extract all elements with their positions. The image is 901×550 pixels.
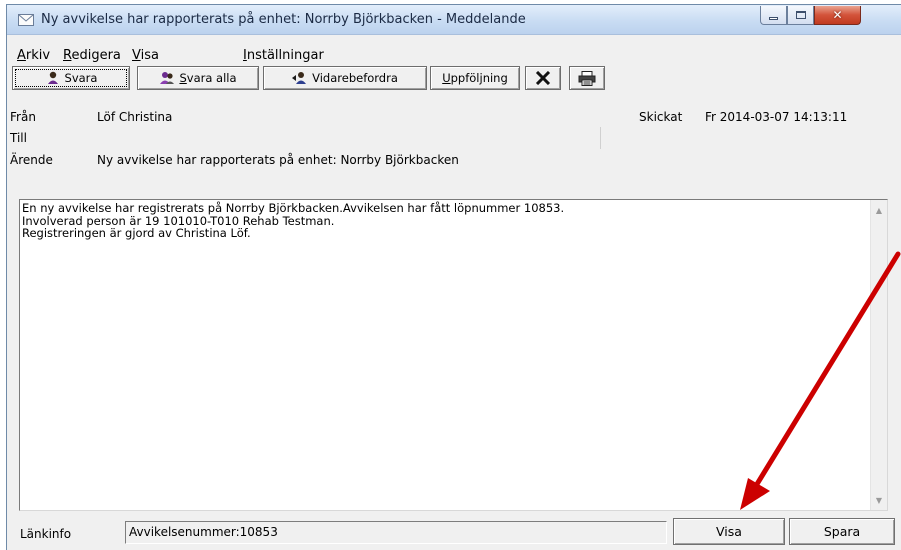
menu-installningar[interactable]: Inställningar bbox=[243, 48, 324, 63]
message-text[interactable]: En ny avvikelse har registrerats på Norr… bbox=[22, 202, 564, 240]
followup-button[interactable]: Uppföljning bbox=[430, 66, 520, 90]
scroll-up-arrow-icon[interactable]: ▲ bbox=[871, 202, 887, 218]
reply-label: Svara bbox=[64, 71, 98, 85]
reply-all-label: Svara alla bbox=[179, 71, 237, 85]
reply-person-icon bbox=[47, 71, 58, 84]
delete-button[interactable] bbox=[525, 66, 561, 90]
maximize-button[interactable] bbox=[787, 6, 814, 25]
menu-bar: Arkiv Redigera Visa Inställningar bbox=[7, 47, 901, 65]
forward-label: Vidarebefordra bbox=[312, 71, 398, 85]
vertical-scrollbar[interactable]: ▲ ▼ bbox=[870, 200, 887, 510]
envelope-icon bbox=[18, 14, 34, 26]
close-button[interactable]: ✕ bbox=[814, 6, 861, 25]
print-button[interactable] bbox=[569, 66, 605, 90]
message-window: Ny avvikelse har rapporterats på enhet: … bbox=[6, 4, 901, 550]
message-line: En ny avvikelse har registrerats på Norr… bbox=[22, 201, 565, 215]
subject-label: Ärende bbox=[10, 153, 53, 167]
followup-label: Uppföljning bbox=[442, 71, 508, 85]
toolbar: Svara Svara alla Vidarebefordra Uppföljn… bbox=[7, 66, 901, 91]
from-label: Från bbox=[10, 110, 36, 124]
title-bar[interactable]: Ny avvikelse har rapporterats på enhet: … bbox=[7, 5, 901, 35]
delete-x-icon bbox=[535, 71, 551, 85]
subject-value: Ny avvikelse har rapporterats på enhet: … bbox=[97, 153, 459, 167]
message-body[interactable]: En ny avvikelse har registrerats på Norr… bbox=[19, 199, 888, 511]
forward-person-icon bbox=[292, 72, 307, 84]
minimize-icon bbox=[769, 16, 778, 20]
reply-all-button[interactable]: Svara alla bbox=[137, 66, 259, 90]
close-icon: ✕ bbox=[832, 8, 843, 22]
menu-arkiv[interactable]: Arkiv bbox=[17, 48, 50, 63]
menu-visa[interactable]: Visa bbox=[132, 48, 159, 63]
link-info-field[interactable]: Avvikelsenummer:10853 bbox=[125, 521, 667, 544]
show-button[interactable]: Visa bbox=[673, 518, 785, 545]
scroll-down-arrow-icon[interactable]: ▼ bbox=[871, 492, 887, 508]
sent-value: Fr 2014-03-07 14:13:11 bbox=[705, 110, 848, 124]
printer-icon bbox=[578, 70, 596, 86]
link-info-label: Länkinfo bbox=[20, 527, 72, 541]
message-line: Registreringen är gjord av Christina Löf… bbox=[22, 226, 251, 240]
forward-button[interactable]: Vidarebefordra bbox=[263, 66, 427, 90]
header-separator bbox=[600, 127, 601, 149]
save-button[interactable]: Spara bbox=[789, 518, 895, 545]
maximize-icon bbox=[795, 11, 806, 19]
from-value: Löf Christina bbox=[97, 110, 173, 124]
menu-redigera[interactable]: Redigera bbox=[63, 48, 121, 63]
sent-label: Skickat bbox=[639, 110, 683, 124]
reply-all-people-icon bbox=[160, 72, 175, 84]
reply-button[interactable]: Svara bbox=[12, 66, 130, 90]
window-title: Ny avvikelse har rapporterats på enhet: … bbox=[41, 12, 526, 27]
to-label: Till bbox=[10, 131, 27, 145]
minimize-button[interactable] bbox=[760, 6, 787, 25]
